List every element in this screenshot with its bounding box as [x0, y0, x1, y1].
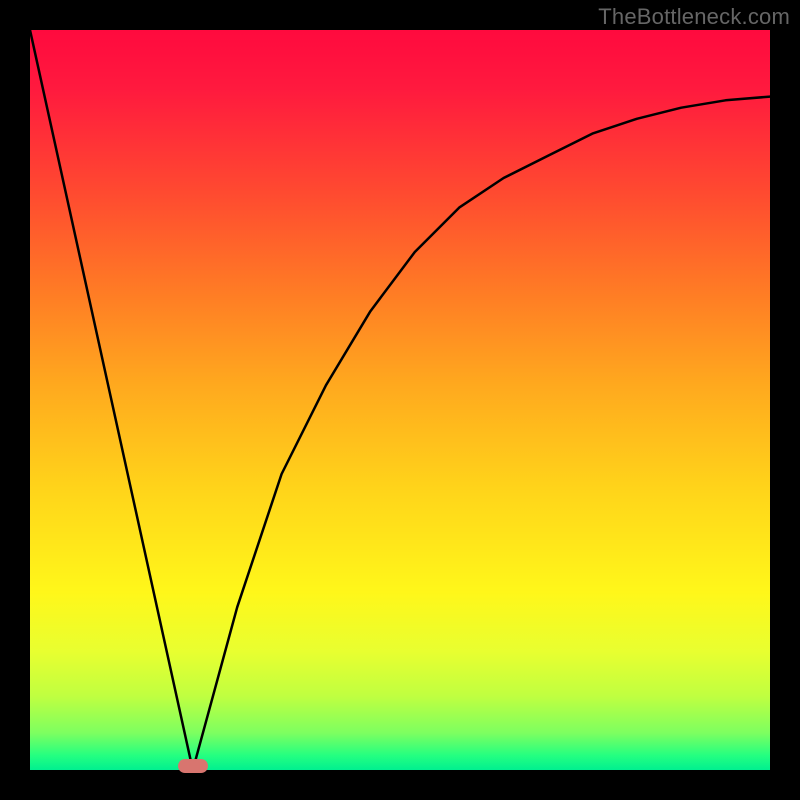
plot-area	[30, 30, 770, 770]
vertex-marker	[178, 759, 208, 773]
curve-path	[30, 30, 770, 770]
watermark-text: TheBottleneck.com	[598, 4, 790, 30]
chart-container: TheBottleneck.com	[0, 0, 800, 800]
curve-svg	[30, 30, 770, 770]
